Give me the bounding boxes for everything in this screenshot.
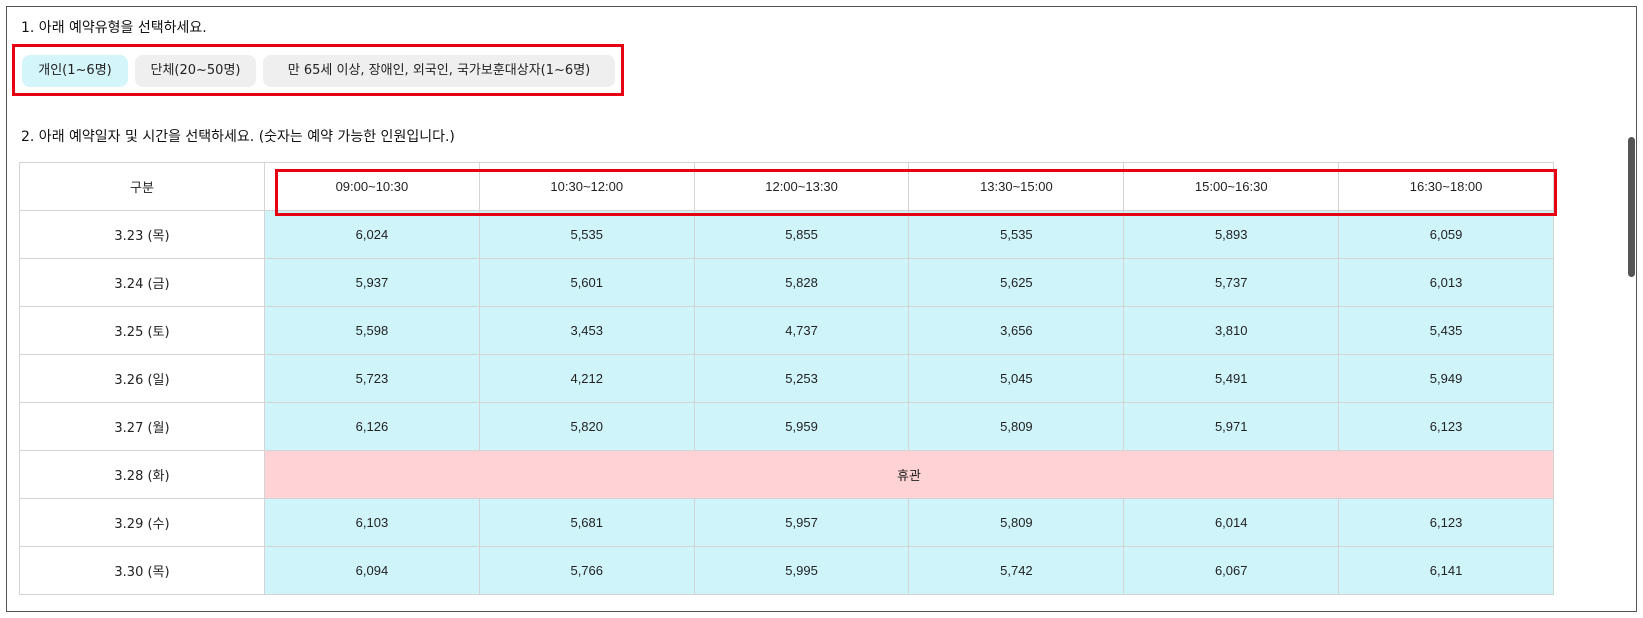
availability-cell[interactable]: 5,737 — [1123, 258, 1340, 307]
availability-cell[interactable]: 5,742 — [908, 546, 1125, 595]
closed-cell: 휴관 — [264, 450, 1554, 499]
table-row: 3.26 (일) 5,723 4,212 5,253 5,045 5,491 5… — [19, 354, 1554, 403]
availability-cell[interactable]: 6,141 — [1338, 546, 1554, 595]
availability-cell[interactable]: 6,059 — [1338, 210, 1554, 259]
table-row: 3.30 (목) 6,094 5,766 5,995 5,742 6,067 6… — [19, 546, 1554, 595]
availability-cell[interactable]: 5,045 — [908, 354, 1125, 403]
date-cell: 3.24 (금) — [19, 258, 265, 307]
availability-cell[interactable]: 6,123 — [1338, 498, 1554, 547]
reservation-type-group: 개인(1~6명) 단체(20~50명) 만 65세 이상, 장애인, 외국인, … — [12, 44, 624, 96]
availability-cell[interactable]: 3,810 — [1123, 306, 1340, 355]
date-cell: 3.30 (목) — [19, 546, 265, 595]
availability-cell[interactable]: 5,491 — [1123, 354, 1340, 403]
availability-cell[interactable]: 6,103 — [264, 498, 480, 547]
step2-title: 2. 아래 예약일자 및 시간을 선택하세요. (숫자는 예약 가능한 인원입니… — [21, 129, 455, 145]
availability-cell[interactable]: 5,995 — [693, 546, 910, 595]
time-slot-header: 16:30~18:00 — [1338, 162, 1554, 211]
type-individual-button[interactable]: 개인(1~6명) — [22, 55, 128, 87]
availability-cell[interactable]: 5,253 — [693, 354, 910, 403]
availability-cell[interactable]: 5,959 — [693, 402, 910, 451]
availability-cell[interactable]: 6,024 — [264, 210, 480, 259]
schedule-table: 구분 09:00~10:30 10:30~12:00 12:00~13:30 1… — [19, 162, 1554, 595]
availability-cell[interactable]: 5,957 — [693, 498, 910, 547]
availability-cell[interactable]: 3,656 — [908, 306, 1125, 355]
step1-title: 1. 아래 예약유형을 선택하세요. — [21, 20, 207, 36]
table-header-row: 구분 09:00~10:30 10:30~12:00 12:00~13:30 1… — [19, 162, 1554, 211]
type-special-button[interactable]: 만 65세 이상, 장애인, 외국인, 국가보훈대상자(1~6명) — [263, 55, 615, 87]
time-slot-header: 09:00~10:30 — [264, 162, 480, 211]
date-cell: 3.27 (월) — [19, 402, 265, 451]
vertical-scrollbar[interactable] — [1628, 137, 1635, 277]
availability-cell[interactable]: 6,013 — [1338, 258, 1554, 307]
availability-cell[interactable]: 3,453 — [478, 306, 695, 355]
availability-cell[interactable]: 5,601 — [478, 258, 695, 307]
availability-cell[interactable]: 5,937 — [264, 258, 480, 307]
date-cell: 3.28 (화) — [19, 450, 265, 499]
time-slot-header: 13:30~15:00 — [908, 162, 1125, 211]
availability-cell[interactable]: 5,435 — [1338, 306, 1554, 355]
reservation-frame: 1. 아래 예약유형을 선택하세요. 개인(1~6명) 단체(20~50명) 만… — [6, 6, 1637, 612]
availability-cell[interactable]: 5,535 — [908, 210, 1125, 259]
time-slot-header: 10:30~12:00 — [478, 162, 695, 211]
availability-cell[interactable]: 5,625 — [908, 258, 1125, 307]
availability-cell[interactable]: 5,598 — [264, 306, 480, 355]
availability-cell[interactable]: 5,535 — [478, 210, 695, 259]
availability-cell[interactable]: 5,820 — [478, 402, 695, 451]
date-cell: 3.26 (일) — [19, 354, 265, 403]
table-row-closed: 3.28 (화) 휴관 — [19, 450, 1554, 499]
table-row: 3.25 (토) 5,598 3,453 4,737 3,656 3,810 5… — [19, 306, 1554, 355]
availability-cell[interactable]: 6,126 — [264, 402, 480, 451]
table-row: 3.24 (금) 5,937 5,601 5,828 5,625 5,737 6… — [19, 258, 1554, 307]
table-row: 3.23 (목) 6,024 5,535 5,855 5,535 5,893 6… — [19, 210, 1554, 259]
date-cell: 3.25 (토) — [19, 306, 265, 355]
time-slot-header: 15:00~16:30 — [1123, 162, 1340, 211]
availability-cell[interactable]: 5,828 — [693, 258, 910, 307]
availability-cell[interactable]: 5,809 — [908, 498, 1125, 547]
type-group-button[interactable]: 단체(20~50명) — [135, 55, 256, 87]
table-row: 3.27 (월) 6,126 5,820 5,959 5,809 5,971 6… — [19, 402, 1554, 451]
header-label: 구분 — [19, 162, 265, 211]
table-row: 3.29 (수) 6,103 5,681 5,957 5,809 6,014 6… — [19, 498, 1554, 547]
availability-cell[interactable]: 5,766 — [478, 546, 695, 595]
availability-cell[interactable]: 6,014 — [1123, 498, 1340, 547]
availability-cell[interactable]: 5,723 — [264, 354, 480, 403]
availability-cell[interactable]: 5,949 — [1338, 354, 1554, 403]
availability-cell[interactable]: 5,971 — [1123, 402, 1340, 451]
schedule-table-container: 구분 09:00~10:30 10:30~12:00 12:00~13:30 1… — [19, 162, 1633, 600]
availability-cell[interactable]: 4,737 — [693, 306, 910, 355]
availability-cell[interactable]: 6,094 — [264, 546, 480, 595]
date-cell: 3.23 (목) — [19, 210, 265, 259]
date-cell: 3.29 (수) — [19, 498, 265, 547]
availability-cell[interactable]: 5,855 — [693, 210, 910, 259]
availability-cell[interactable]: 5,893 — [1123, 210, 1340, 259]
time-slot-header: 12:00~13:30 — [693, 162, 910, 211]
availability-cell[interactable]: 5,681 — [478, 498, 695, 547]
availability-cell[interactable]: 6,067 — [1123, 546, 1340, 595]
availability-cell[interactable]: 6,123 — [1338, 402, 1554, 451]
availability-cell[interactable]: 5,809 — [908, 402, 1125, 451]
availability-cell[interactable]: 4,212 — [478, 354, 695, 403]
